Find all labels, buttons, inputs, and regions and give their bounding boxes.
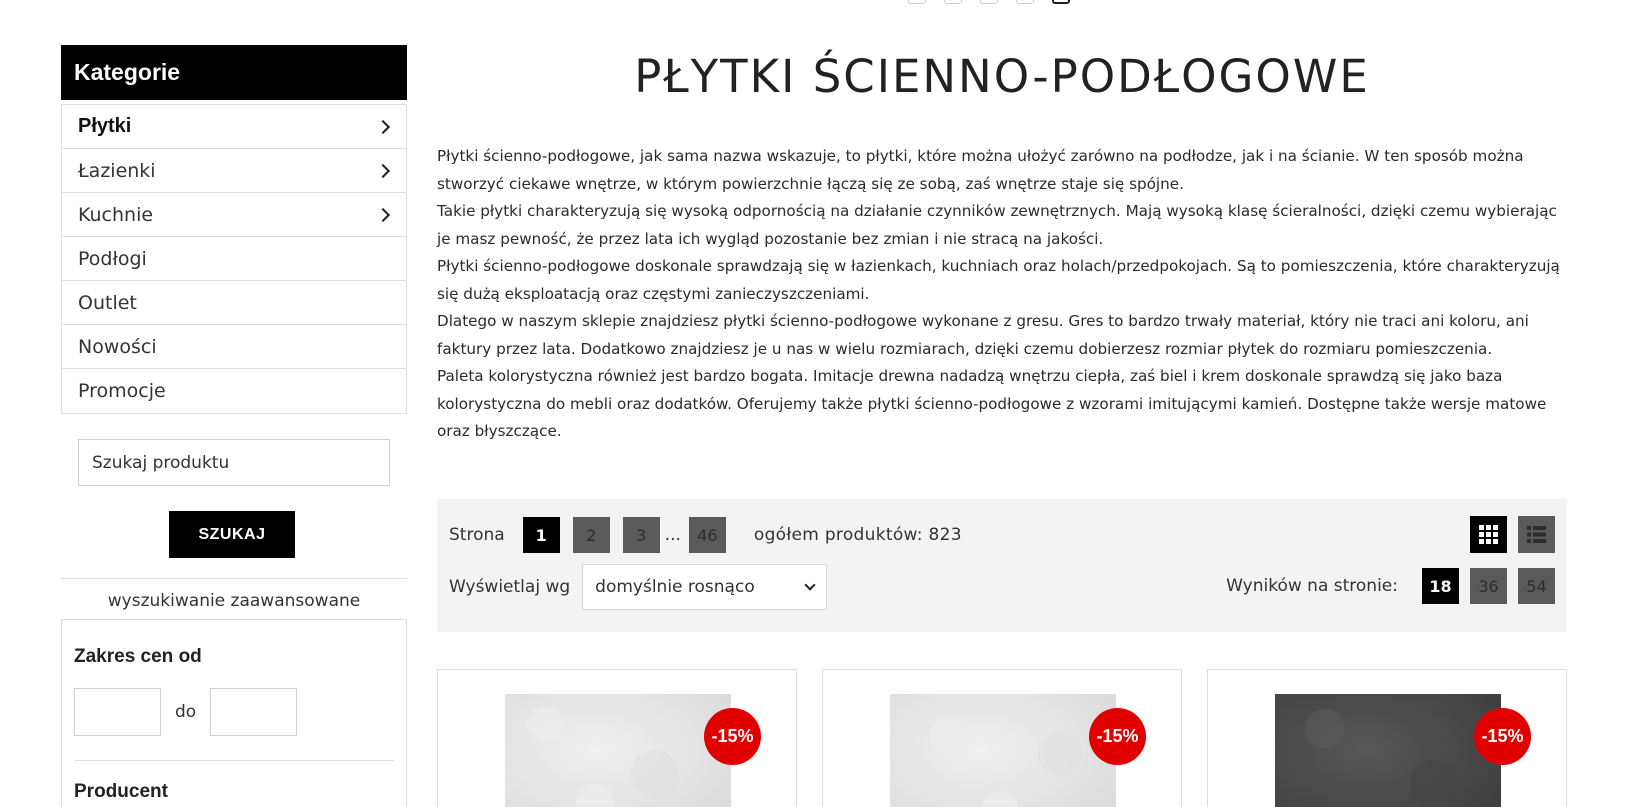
category-label: Outlet [78, 291, 137, 314]
slider-dot[interactable] [980, 0, 998, 4]
categories-heading: Kategorie [61, 45, 407, 100]
category-item-podlogi[interactable]: Podłogi [62, 237, 406, 281]
per-page-54[interactable]: 54 [1518, 568, 1555, 604]
divider [61, 578, 407, 579]
page-button-3[interactable]: 3 [622, 517, 660, 553]
slider-dot-active[interactable] [1052, 0, 1070, 4]
sidebar: Kategorie Płytki Łazienki Kuchnie Podłog… [61, 45, 407, 807]
filter-panel: Zakres cen od do Producent [61, 619, 407, 807]
listing-toolbar: Strona 1 2 3 ... 46 ogółem produktów: 82… [437, 499, 1567, 632]
product-image[interactable] [505, 694, 731, 807]
price-range-title: Zakres cen od [74, 646, 202, 667]
product-card[interactable]: -15% [1207, 669, 1567, 807]
slider-dots [908, 0, 1070, 4]
slider-dot[interactable] [1016, 0, 1034, 4]
price-to-input[interactable] [210, 688, 298, 736]
chevron-right-icon [375, 119, 391, 134]
advanced-search-link[interactable]: wyszukiwanie zaawansowane [61, 591, 407, 611]
category-item-kuchnie[interactable]: Kuchnie [62, 193, 406, 237]
chevron-down-icon [804, 579, 816, 591]
grid-view-button[interactable] [1470, 516, 1507, 553]
category-description: Płytki ścienno-podłogowe, jak sama nazwa… [437, 143, 1567, 446]
search-placeholder: Szukaj produktu [92, 452, 230, 473]
description-paragraph: Paleta kolorystyczna również jest bardzo… [437, 367, 1547, 440]
category-item-nowosci[interactable]: Nowości [62, 325, 406, 369]
category-label: Podłogi [78, 247, 147, 270]
category-label: Łazienki [78, 159, 156, 182]
page-button-last[interactable]: 46 [688, 517, 726, 553]
category-list: Płytki Łazienki Kuchnie Podłogi Outlet N… [61, 104, 407, 414]
price-to-label: do [175, 702, 197, 722]
category-item-lazienki[interactable]: Łazienki [62, 149, 406, 193]
pagination-ellipsis: ... [664, 525, 681, 545]
price-from-input[interactable] [74, 688, 161, 736]
category-label: Promocje [78, 380, 166, 402]
producer-title[interactable]: Producent [74, 781, 394, 803]
product-card[interactable]: -15% [822, 669, 1182, 807]
description-paragraph: Takie płytki charakteryzują się wysoką o… [437, 202, 1557, 248]
total-products: ogółem produktów: 823 [753, 525, 962, 545]
grid-view-icon [1479, 525, 1498, 544]
per-page-36[interactable]: 36 [1470, 568, 1507, 604]
divider [74, 760, 394, 761]
chevron-right-icon [375, 163, 391, 178]
description-paragraph: Dlatego w naszym sklepie znajdziesz płyt… [437, 312, 1529, 358]
category-item-outlet[interactable]: Outlet [62, 281, 406, 325]
sort-selected-value: domyślnie rosnąco [595, 577, 755, 597]
category-item-promocje[interactable]: Promocje [62, 369, 406, 413]
per-page-label: Wyników na stronie: [1226, 576, 1398, 596]
sort-select[interactable]: domyślnie rosnąco [582, 564, 828, 610]
list-view-icon [1527, 526, 1546, 543]
description-paragraph: Płytki ścienno-podłogowe, jak sama nazwa… [437, 147, 1524, 193]
discount-badge: -15% [704, 708, 761, 765]
slider-dot[interactable] [908, 0, 926, 4]
list-view-button[interactable] [1518, 516, 1555, 553]
description-paragraph: Płytki ścienno-podłogowe doskonale spraw… [437, 257, 1560, 303]
per-page-18[interactable]: 18 [1422, 568, 1459, 604]
discount-badge: -15% [1474, 708, 1531, 765]
page-title: PŁYTKI ŚCIENNO-PODŁOGOWE [634, 50, 1370, 103]
discount-badge: -15% [1089, 708, 1146, 765]
sort-row: Wyświetlaj wg domyślnie rosnąco [449, 564, 828, 610]
category-label: Nowości [78, 335, 157, 358]
product-image[interactable] [1275, 694, 1501, 807]
sort-label: Wyświetlaj wg [449, 577, 571, 597]
pagination: Strona 1 2 3 ... 46 ogółem produktów: 82… [449, 517, 962, 553]
view-mode-switch [1470, 516, 1555, 553]
slider-dot[interactable] [944, 0, 962, 4]
page-button-1[interactable]: 1 [522, 517, 560, 553]
main-content: PŁYTKI ŚCIENNO-PODŁOGOWE Płytki ścienno-… [437, 45, 1567, 807]
price-range-row: do [74, 688, 394, 736]
page-label: Strona [449, 525, 505, 545]
product-search-input[interactable]: Szukaj produktu [78, 439, 390, 486]
category-item-plytki[interactable]: Płytki [62, 105, 406, 149]
page-button-2[interactable]: 2 [572, 517, 610, 553]
per-page-selector: Wyników na stronie: 18 36 54 [1226, 568, 1555, 604]
chevron-right-icon [375, 207, 391, 222]
search-button[interactable]: SZUKAJ [169, 511, 295, 558]
product-card[interactable]: -15% [437, 669, 797, 807]
category-label: Płytki [78, 115, 132, 137]
product-image[interactable] [890, 694, 1116, 807]
category-label: Kuchnie [78, 203, 154, 226]
product-grid: -15% -15% -15% [437, 669, 1567, 807]
